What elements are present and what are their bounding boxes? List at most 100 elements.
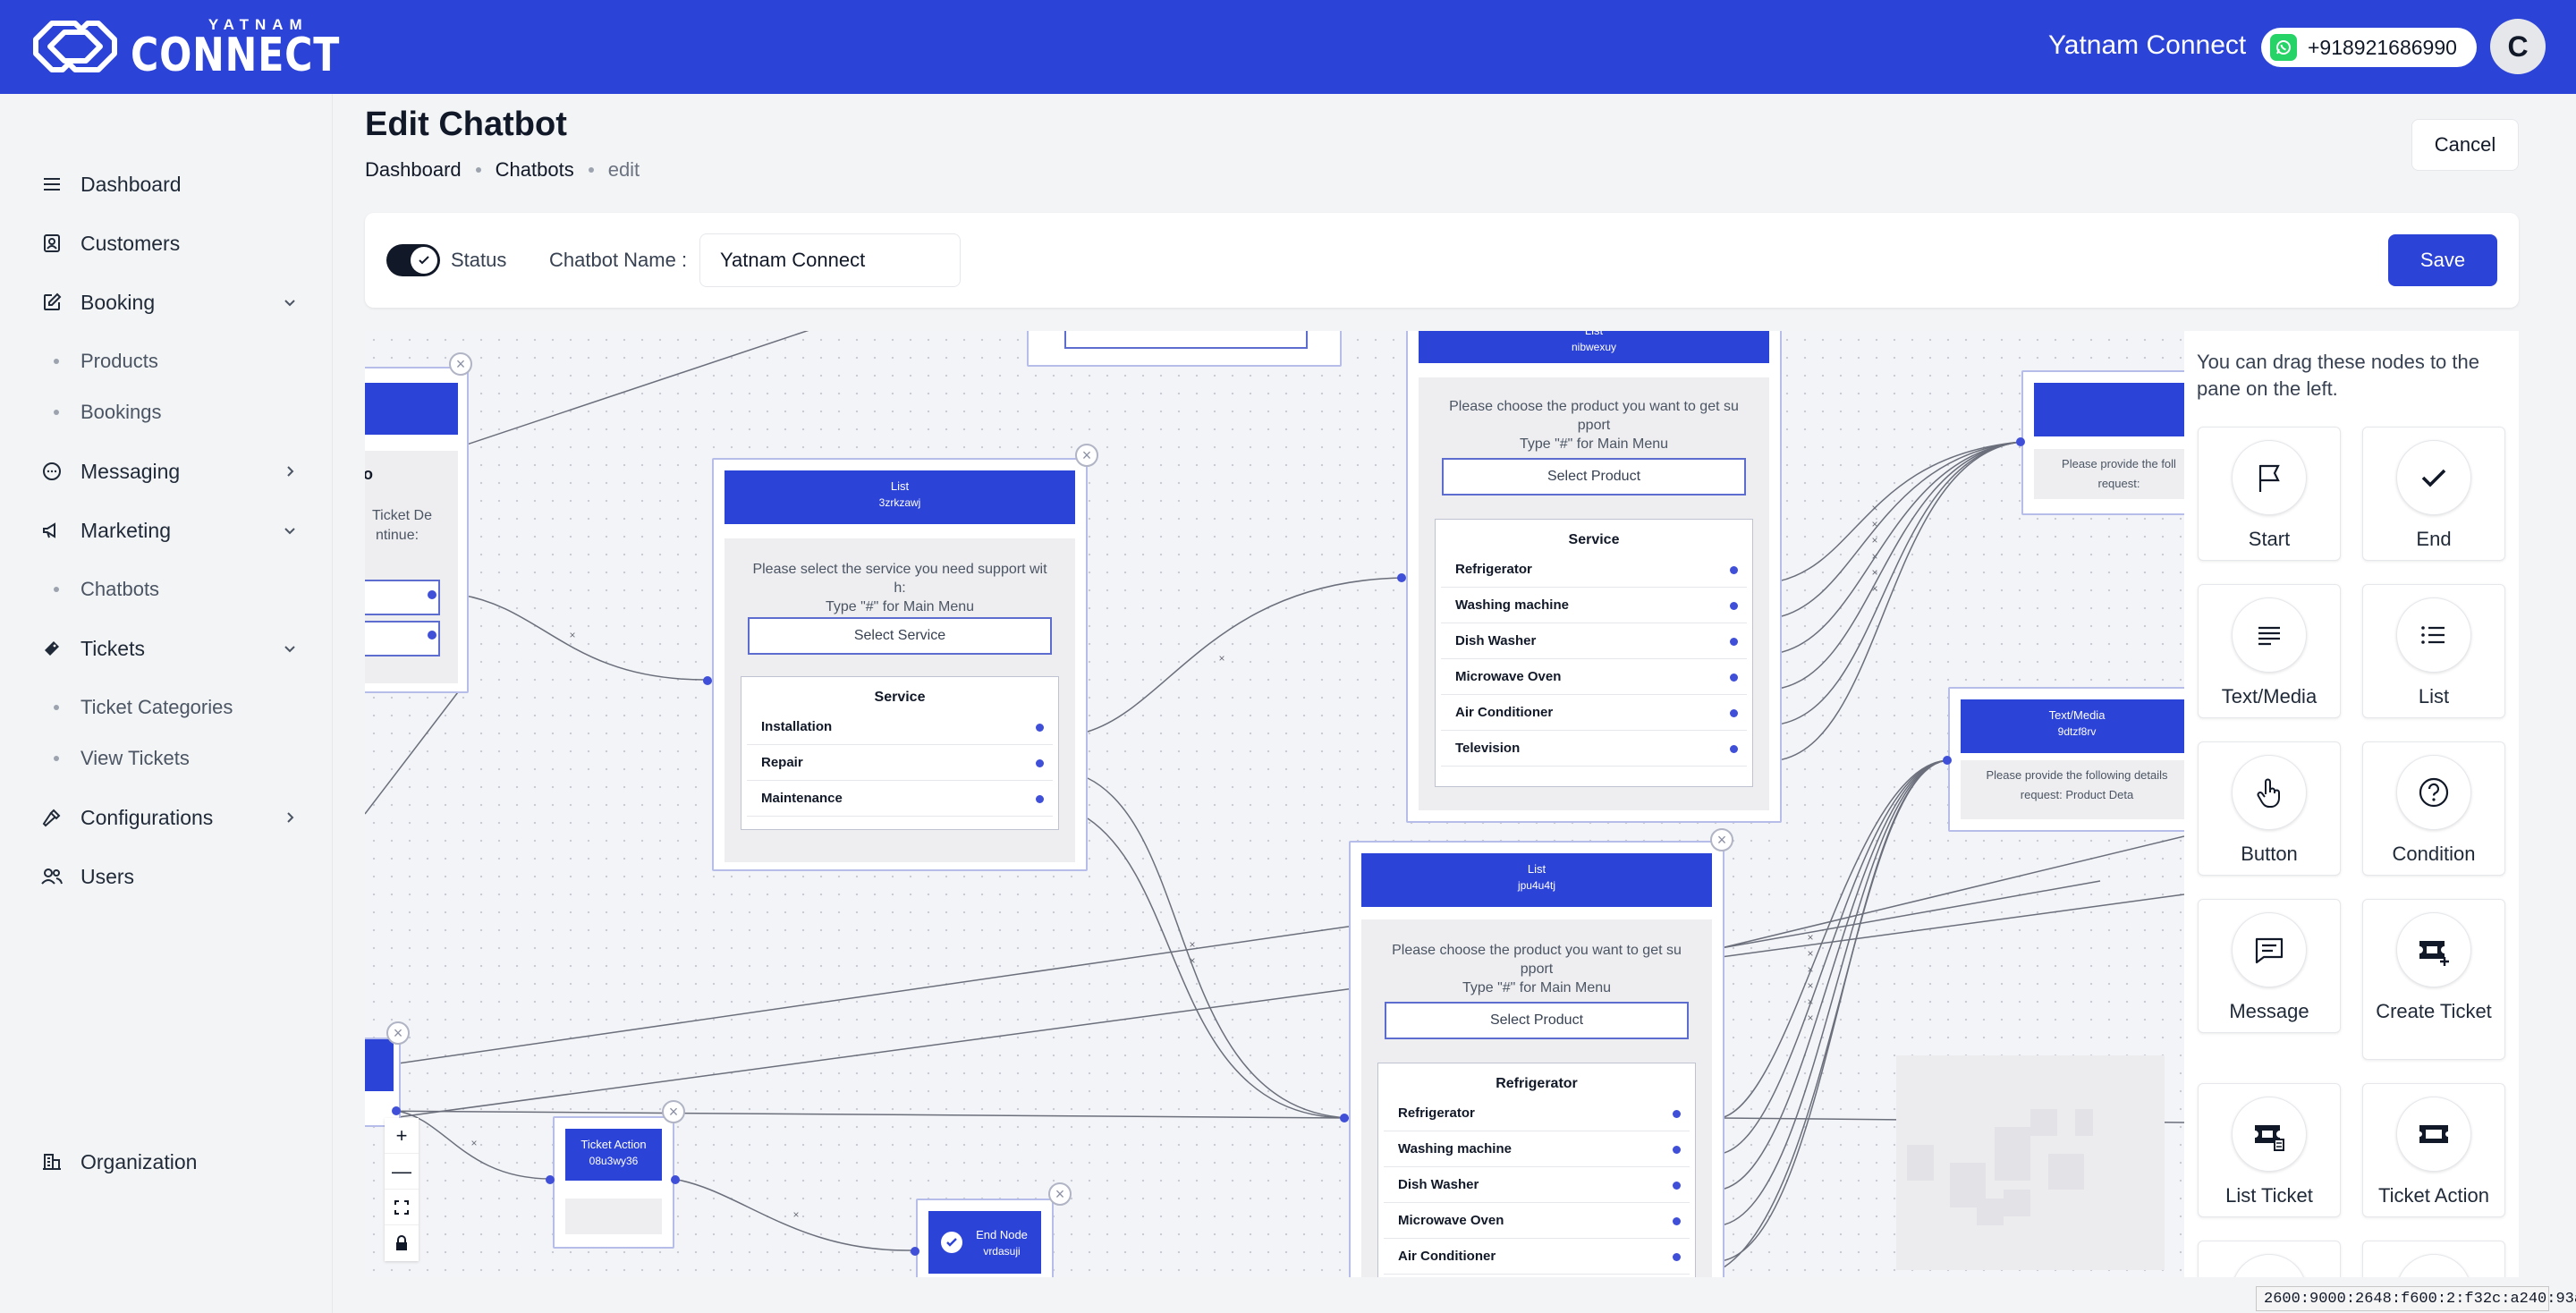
list-option[interactable]: Air Conditioner (1384, 1239, 1690, 1275)
palette-node-more[interactable] (2362, 1241, 2505, 1277)
node-output-handle[interactable] (671, 1175, 680, 1184)
node-output-handle[interactable] (392, 1106, 401, 1115)
svg-text:×: × (1871, 518, 1877, 530)
whatsapp-number-badge[interactable]: +918921686990 (2261, 28, 2477, 67)
zoom-out-icon[interactable]: — (385, 1154, 419, 1190)
status-toggle[interactable] (386, 244, 440, 276)
check-icon (2396, 440, 2471, 515)
palette-node-message[interactable]: Message (2198, 899, 2341, 1033)
list-option[interactable]: Television (1441, 731, 1747, 767)
flow-node-partial[interactable] (1027, 331, 1342, 367)
sidebar-subitem-ticket-categories[interactable]: Ticket Categories (54, 690, 233, 725)
list-option[interactable]: Air Conditioner (1441, 695, 1747, 731)
close-icon[interactable]: × (1710, 828, 1733, 851)
list-option[interactable]: Repair (747, 745, 1053, 781)
palette-node-condition[interactable]: Condition (2362, 741, 2505, 876)
node-input-handle[interactable] (1397, 573, 1406, 582)
palette-node-end[interactable]: End (2362, 427, 2505, 561)
list-option[interactable]: Dish Washer (1441, 623, 1747, 659)
close-icon[interactable]: × (1075, 444, 1098, 467)
palette-node-text-media[interactable]: Text/Media (2198, 584, 2341, 718)
close-icon[interactable]: × (449, 352, 472, 376)
zoom-in-icon[interactable]: + (385, 1118, 419, 1154)
brand-logo[interactable]: YATNAM CONNECT (32, 14, 386, 79)
svg-text:×: × (1189, 938, 1195, 951)
list-option[interactable]: Washing machine (1441, 588, 1747, 623)
sidebar-item-customers[interactable]: Customers (39, 224, 299, 263)
flow-node-list[interactable]: List nibwexuy Please choose the product … (1406, 331, 1782, 823)
palette-node-list-ticket[interactable]: List Ticket (2198, 1083, 2341, 1217)
chatbot-name-input[interactable] (699, 233, 961, 287)
breadcrumb-chatbots[interactable]: Chatbots (496, 158, 574, 182)
sidebar-item-label: Tickets (80, 636, 145, 660)
sidebar-item-marketing[interactable]: Marketing (39, 511, 299, 550)
list-option[interactable]: Refrigerator (1441, 552, 1747, 588)
select-product-button[interactable]: Select Product (1442, 458, 1746, 496)
node-input-handle[interactable] (703, 676, 712, 685)
close-icon[interactable]: × (1048, 1182, 1072, 1206)
node-input-handle[interactable] (546, 1175, 555, 1184)
node-output-handle[interactable] (428, 631, 436, 640)
logo-wordmark: CONNECT (131, 29, 341, 82)
sidebar-subitem-products[interactable]: Products (54, 343, 158, 379)
flow-node-text-media[interactable]: Please provide the foll request: (2021, 370, 2184, 515)
flow-node-list[interactable]: List 3zrkzawj Please select the service … (712, 458, 1088, 871)
sidebar-item-users[interactable]: Users (39, 857, 299, 896)
flow-node-ticket-action[interactable]: Ticket Action 08u3wy36 (553, 1116, 674, 1249)
list-option[interactable]: Maintenance (747, 781, 1053, 817)
flow-node-end[interactable]: End Node vrdasuji (916, 1199, 1054, 1277)
sidebar-item-booking[interactable]: Booking (39, 283, 299, 322)
list-option[interactable]: Refrigerator (1384, 1096, 1690, 1131)
menu-lines-icon (39, 172, 64, 197)
sidebar-item-configurations[interactable]: Configurations (39, 798, 299, 837)
list-option[interactable]: Microwave Oven (1441, 659, 1747, 695)
svg-text:×: × (569, 629, 575, 641)
node-input-handle[interactable] (2016, 437, 2025, 446)
list-option[interactable]: Washing machine (1384, 1131, 1690, 1167)
cancel-button[interactable]: Cancel (2411, 119, 2519, 171)
flow-node-partial-left[interactable]: o Ticket De ntinue: (365, 367, 469, 693)
palette-node-ticket-action[interactable]: Ticket Action (2362, 1083, 2505, 1217)
list-option[interactable]: Installation (747, 709, 1053, 745)
node-input-handle[interactable] (911, 1247, 919, 1256)
sidebar-item-messaging[interactable]: Messaging (39, 452, 299, 491)
sidebar-item-tickets[interactable]: Tickets (39, 629, 299, 668)
palette-node-list[interactable]: List (2362, 584, 2505, 718)
sidebar-item-organization[interactable]: Organization (39, 1142, 299, 1182)
flow-node-list[interactable]: List jpu4u4tj Please choose the product … (1349, 841, 1724, 1277)
sidebar-subitem-view-tickets[interactable]: View Tickets (54, 741, 190, 776)
sidebar-subitem-bookings[interactable]: Bookings (54, 394, 162, 430)
flag-icon (2232, 440, 2307, 515)
list-option[interactable]: Dish Washer (1384, 1167, 1690, 1203)
node-output-handle[interactable] (428, 590, 436, 599)
account-name: Yatnam Connect (2048, 30, 2247, 60)
minimap[interactable] (1896, 1055, 2165, 1270)
node-header: List nibwexuy (1419, 331, 1769, 363)
users-icon (39, 864, 64, 889)
node-input-handle[interactable] (1943, 756, 1952, 765)
svg-text:×: × (1871, 582, 1877, 595)
select-product-button[interactable]: Select Product (1385, 1002, 1689, 1039)
chevron-down-icon (284, 646, 295, 653)
palette-node-start[interactable]: Start (2198, 427, 2341, 561)
flow-node-text-media[interactable]: Text/Media 9dtzf8rv Please provide the f… (1948, 687, 2184, 832)
lock-icon[interactable] (385, 1225, 419, 1261)
palette-node-more[interactable] (2198, 1241, 2341, 1277)
close-icon[interactable]: × (662, 1100, 685, 1123)
flow-canvas[interactable]: × × × × × × × × × × × × × × × × × × o Ti… (365, 331, 2184, 1277)
node-input-handle[interactable] (1340, 1114, 1349, 1122)
breadcrumb-dashboard[interactable]: Dashboard (365, 158, 462, 182)
user-avatar[interactable]: C (2490, 19, 2546, 74)
sidebar-item-dashboard[interactable]: Dashboard (39, 165, 299, 204)
select-service-button[interactable]: Select Service (748, 617, 1052, 655)
save-button[interactable]: Save (2388, 234, 2497, 286)
breadcrumb: Dashboard Chatbots edit (365, 158, 640, 182)
palette-node-button[interactable]: Button (2198, 741, 2341, 876)
close-icon[interactable]: × (386, 1021, 410, 1045)
pointer-hand-icon (2232, 755, 2307, 830)
list-option[interactable]: Microwave Oven (1384, 1203, 1690, 1239)
fit-view-icon[interactable] (385, 1190, 419, 1225)
palette-node-create-ticket[interactable]: Create Ticket (2362, 899, 2505, 1060)
sidebar-subitem-chatbots[interactable]: Chatbots (54, 572, 159, 607)
page-title: Edit Chatbot (365, 106, 567, 143)
